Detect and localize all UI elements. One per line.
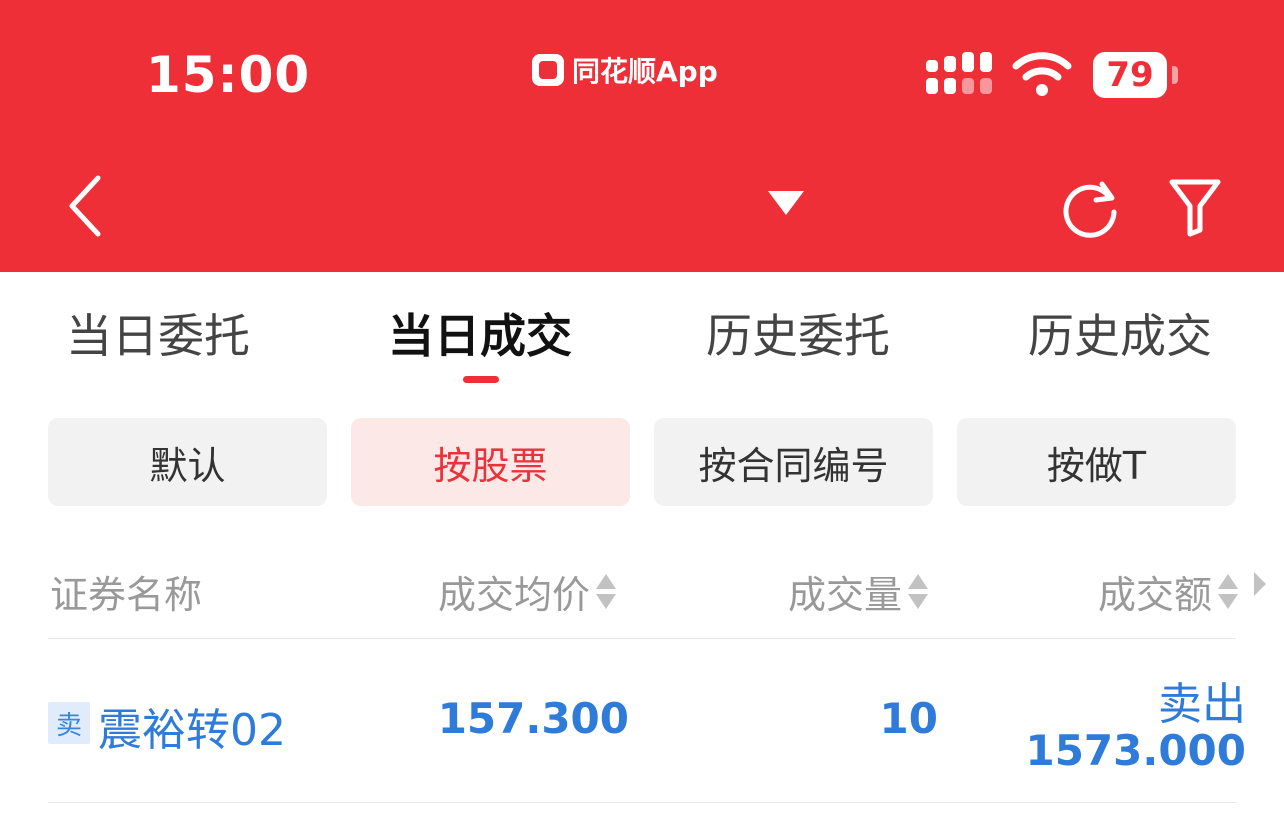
tab-history-orders[interactable]: 历史委托 — [706, 300, 890, 366]
app-header: 15:00 同花顺App 79 — [0, 0, 1284, 272]
app-logo-icon — [532, 54, 564, 86]
column-header-amount[interactable]: 成交额 — [1098, 564, 1239, 619]
sort-icon[interactable] — [596, 572, 617, 612]
filter-icon[interactable] — [1166, 176, 1224, 238]
chip-by-day-trade[interactable]: 按做T — [957, 418, 1236, 506]
battery-tip — [1172, 66, 1178, 84]
scroll-right-icon[interactable] — [1254, 572, 1266, 596]
column-header-security-name: 证券名称 — [50, 564, 202, 619]
active-tab-indicator — [463, 376, 499, 383]
status-app-name: 同花顺App — [572, 55, 718, 88]
column-header-label: 成交额 — [1098, 573, 1213, 617]
column-header-label: 证券名称 — [50, 573, 203, 617]
column-header-avg-price[interactable]: 成交均价 — [438, 564, 617, 619]
header-divider — [48, 638, 1236, 639]
tab-today-orders[interactable]: 当日委托 — [66, 300, 250, 366]
status-app-indicator[interactable]: 同花顺App — [532, 50, 718, 90]
sell-badge: 卖 — [48, 702, 90, 744]
tab-bar: 当日委托 当日成交 历史委托 历史成交 — [0, 300, 1284, 390]
refresh-icon[interactable] — [1058, 176, 1122, 240]
wifi-icon — [1012, 52, 1072, 96]
table-row[interactable]: 卖 震裕转02 157.300 10 卖出 1573.000 — [0, 640, 1284, 802]
dropdown-icon[interactable] — [766, 187, 806, 219]
column-header-label: 成交均价 — [438, 573, 591, 617]
signal-icon — [926, 52, 992, 94]
sort-icon[interactable] — [1218, 572, 1239, 612]
chip-default[interactable]: 默认 — [48, 418, 327, 506]
row-divider — [48, 802, 1236, 803]
account-title[interactable] — [240, 168, 740, 232]
battery-indicator: 79 — [1093, 52, 1167, 98]
back-icon[interactable] — [58, 170, 118, 242]
security-name: 震裕转02 — [98, 705, 286, 756]
chip-by-stock[interactable]: 按股票 — [351, 418, 630, 506]
status-time: 15:00 — [146, 46, 311, 104]
trade-amount: 1573.000 — [1025, 726, 1246, 775]
avg-price: 157.300 — [437, 694, 629, 743]
chip-by-contract-no[interactable]: 按合同编号 — [654, 418, 933, 506]
tab-today-trades[interactable]: 当日成交 — [388, 300, 572, 366]
tab-history-trades[interactable]: 历史成交 — [1028, 300, 1212, 366]
trade-quantity: 10 — [879, 694, 938, 743]
column-header-quantity[interactable]: 成交量 — [788, 564, 929, 619]
column-header-label: 成交量 — [788, 573, 903, 617]
trade-direction: 卖出 — [1158, 679, 1246, 730]
sort-icon[interactable] — [908, 572, 929, 612]
